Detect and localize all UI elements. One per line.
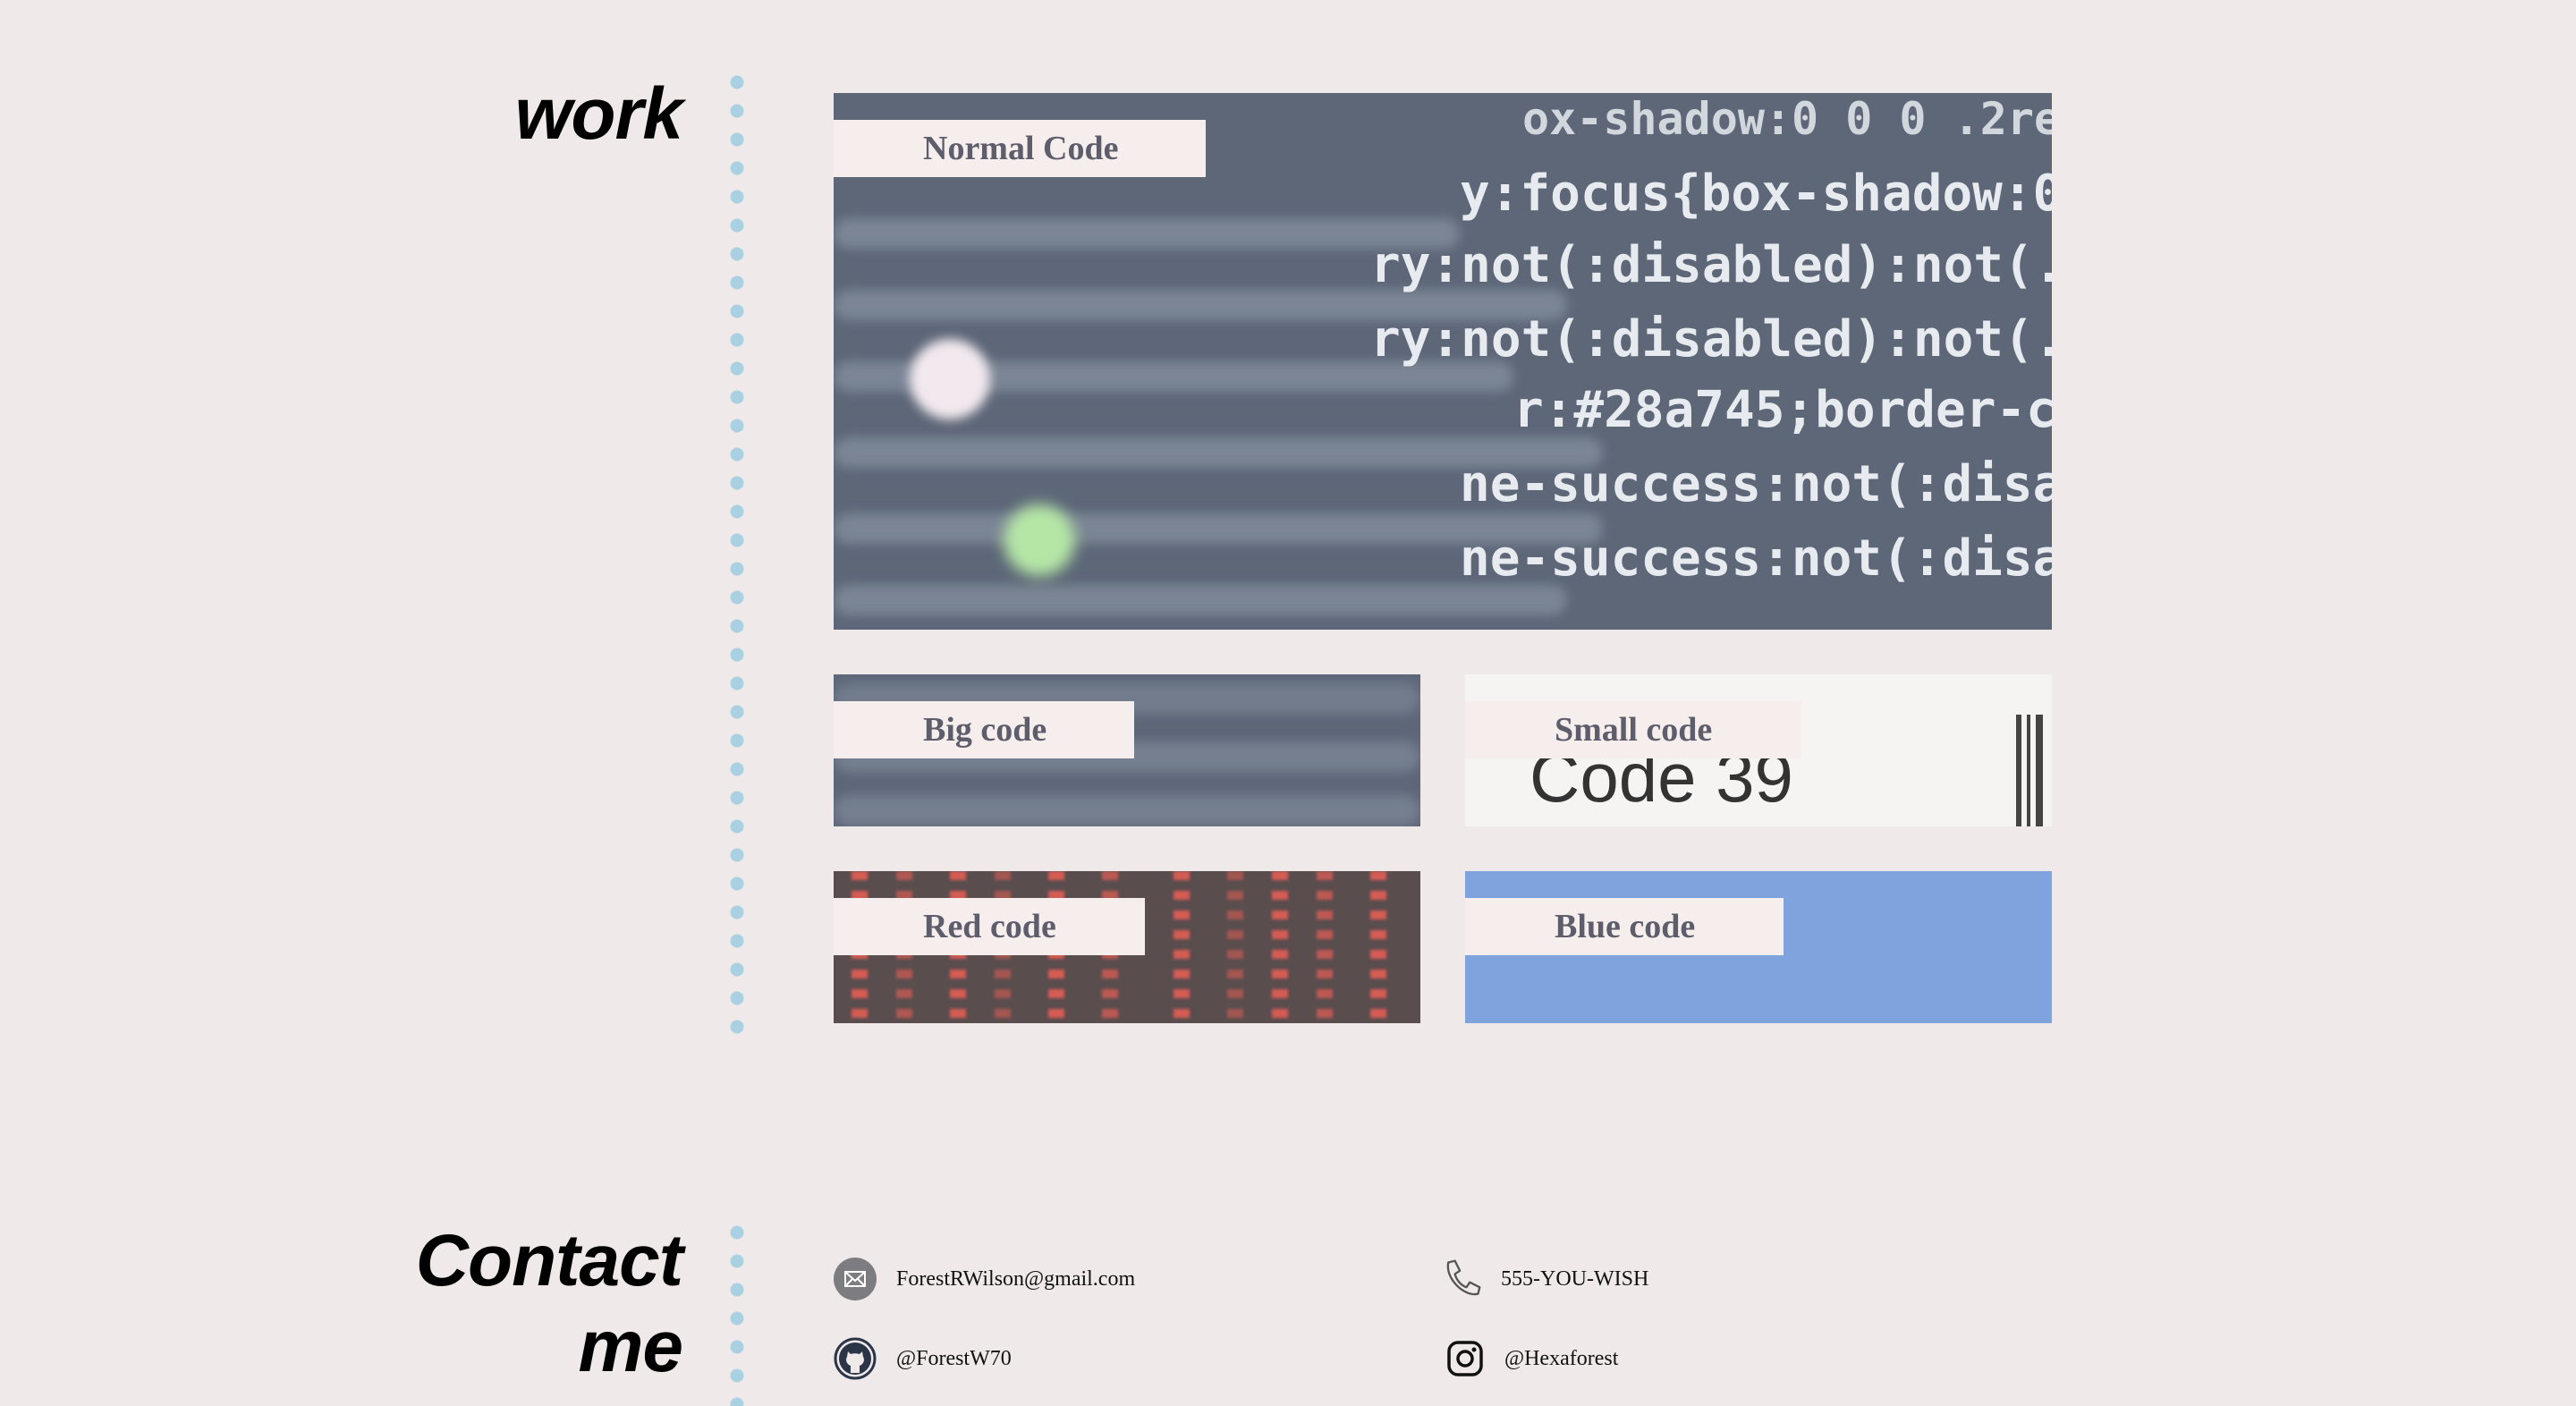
contact-title-line1: Contact [415,1220,683,1301]
blurred-code-decoration [834,795,1420,826]
work-section-title: work [514,73,683,155]
project-tile-red-code[interactable]: Red code [834,871,1420,1023]
contact-phone-text[interactable]: 555-YOU-WISH [1501,1267,1648,1292]
tile-label: Red code [834,898,1145,955]
blurred-code-decoration [834,585,1567,615]
tile-label: Normal Code [834,120,1206,177]
barcode-bar [2036,715,2043,826]
code-line: ry:not(:disabled):not(.disabl [1370,236,2052,294]
blurred-light-dot [1004,504,1075,576]
contact-email[interactable]: ForestRWilson@gmail.com [834,1258,1135,1300]
red-glyph-column [1174,871,1190,1023]
work-dotted-divider [730,68,744,1045]
instagram-icon [1444,1337,1487,1380]
contact-email-text[interactable]: ForestRWilson@gmail.com [896,1267,1135,1292]
code-line: ry:not(:disabled):not(.disabl [1370,310,2052,368]
project-tile-big-code[interactable]: Big code [834,674,1420,826]
contact-instagram-text[interactable]: @Hexaforest [1504,1347,1618,1371]
contact-title-line2: me [578,1306,683,1387]
envelope-icon [834,1258,877,1300]
barcode-bar [2027,715,2030,826]
contact-section-title: Contact me [415,1218,683,1390]
red-glyph-column [1272,871,1288,1023]
github-icon [834,1337,877,1380]
contact-instagram[interactable]: @Hexaforest [1444,1337,1618,1380]
tile-label: Small code [1465,701,1801,758]
tile-label: Big code [834,701,1134,758]
phone-icon [1440,1258,1483,1300]
contact-github-text[interactable]: @ForestW70 [896,1347,1012,1371]
red-glyph-column [1317,871,1333,1023]
red-glyph-column [1370,871,1386,1023]
blurred-light-dot [910,339,990,419]
code-line: r:#28a745;border-colo [1513,381,2052,439]
code-line: ox-shadow:0 0 0 .2rem [1522,93,2052,145]
code-line: ne-success:not(:disabl [1460,529,2052,588]
project-tile-blue-code[interactable]: Blue code [1465,871,2052,1023]
project-tile-normal-code[interactable]: ox-shadow:0 0 0 .2rem y:focus{box-shadow… [834,93,2052,630]
barcode-bar [2016,715,2021,826]
code-line: y:focus{box-shadow:0 0 0 [1460,165,2052,223]
contact-phone[interactable]: 555-YOU-WISH [1440,1258,1648,1300]
blurred-code-decoration [834,218,1460,249]
tile-label: Blue code [1465,898,1784,955]
contact-dotted-divider [730,1218,744,1406]
contact-github[interactable]: @ForestW70 [834,1337,1012,1380]
project-tile-small-code[interactable]: Code 39 Small code [1465,674,2052,826]
code-line: ne-success:not(:disable [1460,455,2052,513]
red-glyph-column [1227,871,1243,1023]
